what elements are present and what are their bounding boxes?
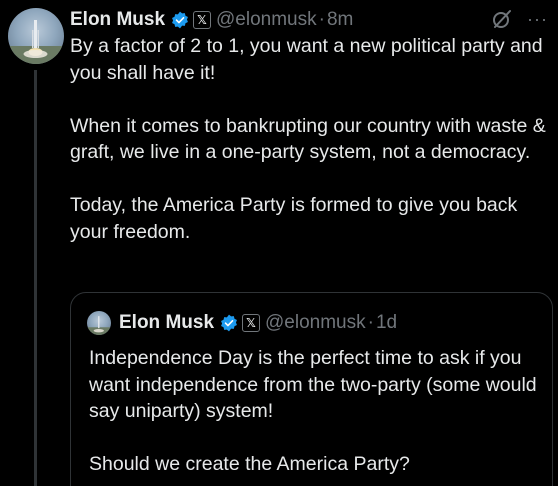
- verified-badge-icon: [171, 11, 189, 29]
- thread-line: [34, 70, 37, 486]
- grok-icon[interactable]: [491, 8, 513, 30]
- post-actions: ···: [491, 8, 548, 30]
- post-time[interactable]: 8m: [327, 9, 353, 31]
- post-text: By a factor of 2 to 1, you want a new po…: [70, 35, 546, 243]
- avatar[interactable]: [8, 8, 64, 64]
- verified-badge-icon: [220, 314, 238, 332]
- x-logo-icon: 𝕏: [242, 314, 261, 332]
- separator-dot: ·: [367, 312, 374, 333]
- quoted-avatar: [87, 311, 111, 335]
- quoted-post-time: 1d: [375, 312, 398, 333]
- quoted-author-handle: @elonmusk: [265, 312, 366, 333]
- rocket-launch-image: [8, 20, 64, 64]
- quoted-post-text: Independence Day is the perfect time to …: [89, 347, 537, 475]
- quoted-post-header: Elon Musk 𝕏 @elonmusk · 1d: [119, 311, 397, 335]
- x-logo-icon: 𝕏: [193, 11, 212, 29]
- author-name[interactable]: Elon Musk: [70, 9, 165, 31]
- more-icon[interactable]: ···: [527, 9, 548, 30]
- separator-dot: ·: [318, 9, 325, 30]
- author-handle[interactable]: @elonmusk: [216, 9, 317, 31]
- quoted-post[interactable]: Elon Musk 𝕏 @elonmusk · 1d Independence …: [70, 292, 553, 486]
- quoted-author-name: Elon Musk: [119, 312, 215, 333]
- post-header: Elon Musk 𝕏 @elonmusk · 8m: [70, 6, 550, 34]
